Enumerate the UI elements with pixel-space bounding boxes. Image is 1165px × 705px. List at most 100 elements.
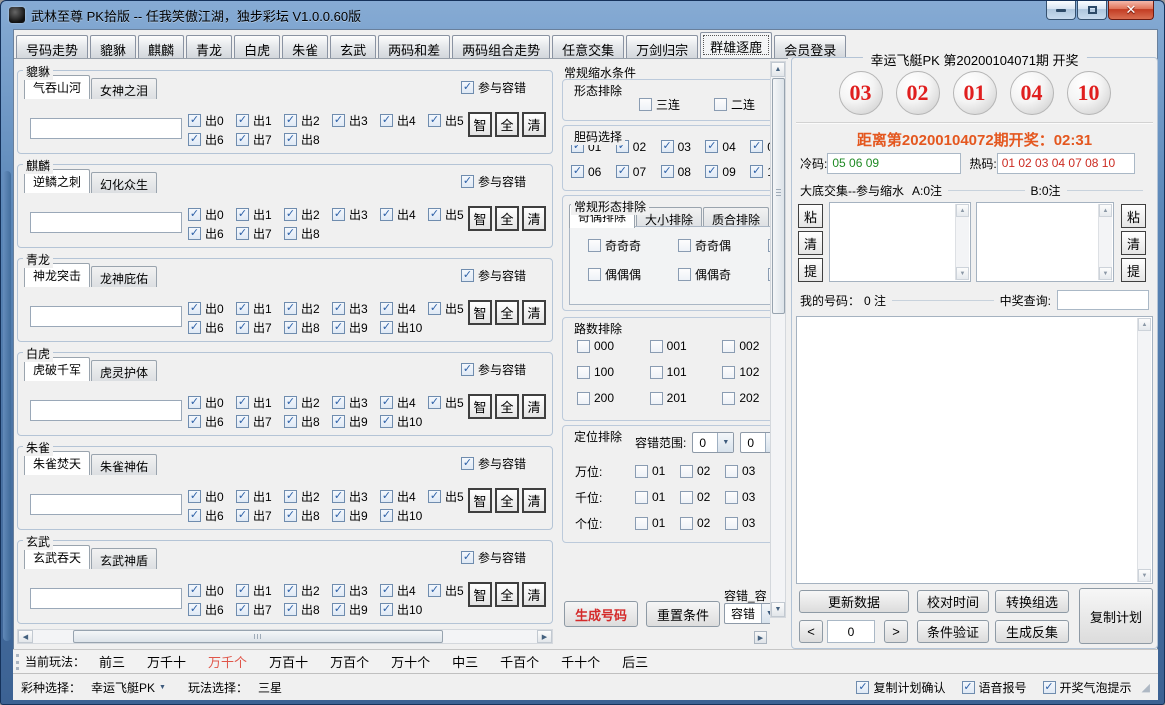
paste-button[interactable]: 粘	[1121, 204, 1146, 228]
out-checkbox[interactable]: ✓出10	[380, 507, 428, 524]
regular-shape-checkbox[interactable]: 奇奇奇	[588, 237, 678, 254]
out-checkbox[interactable]: ✓出3	[332, 112, 380, 129]
shape-option-checkbox[interactable]: 二连	[714, 96, 755, 113]
fault-range-select-2[interactable]: 0 ▼	[740, 432, 770, 453]
win-query-input[interactable]	[1057, 290, 1149, 310]
smart-button[interactable]: 智	[468, 206, 492, 231]
intersect-a-textarea[interactable]: ▲▼	[829, 202, 971, 282]
next-button[interactable]: >	[884, 620, 908, 643]
out-checkbox[interactable]: ✓出4	[380, 112, 428, 129]
out-checkbox[interactable]: ✓出1	[236, 112, 284, 129]
textarea-scrollbar[interactable]: ▲▼	[1137, 318, 1151, 582]
chevron-down-icon[interactable]: ▼	[761, 604, 770, 623]
out-checkbox[interactable]: ✓出6	[188, 413, 236, 430]
out-checkbox[interactable]: ✓出1	[236, 394, 284, 411]
dan-checkbox[interactable]: ✓10	[750, 163, 770, 180]
horizontal-scrollbar[interactable]: ◀ ▶	[17, 629, 553, 644]
main-tab-0[interactable]: 号码走势	[16, 35, 88, 58]
number-input[interactable]	[30, 400, 182, 421]
scroll-down-icon[interactable]: ▼	[1099, 267, 1112, 280]
out-checkbox[interactable]: ✓出2	[284, 112, 332, 129]
extract-button[interactable]: 提	[798, 258, 823, 282]
out-checkbox[interactable]: ✓出1	[236, 582, 284, 599]
out-checkbox[interactable]: ✓出6	[188, 225, 236, 242]
scrollbar-thumb[interactable]	[772, 78, 785, 314]
position-checkbox[interactable]: 03	[725, 464, 770, 478]
out-checkbox[interactable]: ✓出8	[284, 601, 332, 618]
scroll-up-icon[interactable]: ▲	[956, 204, 969, 217]
fault-tolerance-checkbox[interactable]: ✓参与容错	[461, 455, 526, 472]
scroll-left-icon[interactable]: ◀	[18, 630, 33, 643]
all-button[interactable]: 全	[495, 206, 519, 231]
close-button[interactable]: ✕	[1108, 1, 1154, 20]
clear-button[interactable]: 清	[522, 394, 546, 419]
paste-button[interactable]: 粘	[798, 204, 823, 228]
minimize-button[interactable]	[1046, 1, 1076, 20]
smart-button[interactable]: 智	[468, 300, 492, 325]
fault-column-select[interactable]: 容错 ▼	[724, 603, 770, 624]
smart-button[interactable]: 智	[468, 112, 492, 137]
clear-button[interactable]: 清	[798, 231, 823, 255]
clear-button[interactable]: 清	[522, 300, 546, 325]
clear-button[interactable]: 清	[522, 206, 546, 231]
out-checkbox[interactable]: ✓出7	[236, 413, 284, 430]
main-tab-2[interactable]: 麒麟	[138, 35, 184, 58]
out-checkbox[interactable]: ✓出8	[284, 131, 332, 148]
textarea-scrollbar[interactable]: ▲▼	[955, 204, 969, 280]
out-checkbox[interactable]: ✓出6	[188, 319, 236, 336]
out-checkbox[interactable]: ✓出0	[188, 112, 236, 129]
dan-checkbox[interactable]: ✓03	[661, 138, 706, 155]
number-input[interactable]	[30, 306, 182, 327]
play-mode-item[interactable]: 千百个	[500, 655, 539, 670]
out-checkbox[interactable]: ✓出9	[332, 601, 380, 618]
scroll-down-icon[interactable]: ▼	[1138, 569, 1151, 582]
play-mode-item[interactable]: 万百个	[330, 655, 369, 670]
out-checkbox[interactable]: ✓出7	[236, 225, 284, 242]
shape-option-checkbox[interactable]: 三连	[639, 96, 680, 113]
position-checkbox[interactable]: 02	[680, 516, 725, 530]
out-checkbox[interactable]: ✓出1	[236, 300, 284, 317]
my-numbers-textarea[interactable]: ▲▼	[796, 316, 1153, 584]
position-checkbox[interactable]: 02	[680, 464, 725, 478]
out-checkbox[interactable]: ✓出1	[236, 488, 284, 505]
beast-subtab[interactable]: 虎灵护体	[91, 360, 157, 381]
play-mode-item[interactable]: 千十个	[561, 655, 600, 670]
play-mode-item[interactable]: 万千个	[208, 655, 247, 670]
dan-checkbox[interactable]: ✓04	[705, 138, 750, 155]
play-mode-item[interactable]: 中三	[452, 655, 478, 670]
out-checkbox[interactable]: ✓出0	[188, 488, 236, 505]
generate-inverse-button[interactable]: 生成反集	[995, 620, 1069, 643]
reset-conditions-button[interactable]: 重置条件	[646, 601, 720, 627]
road-checkbox[interactable]: 000	[577, 334, 650, 358]
out-checkbox[interactable]: ✓出7	[236, 601, 284, 618]
regular-shape-checkbox[interactable]: 偶偶奇	[678, 266, 768, 283]
regular-shape-tab[interactable]: 质合排除	[703, 207, 769, 228]
road-checkbox[interactable]: 101	[650, 360, 723, 384]
out-checkbox[interactable]: ✓出8	[284, 225, 332, 242]
out-checkbox[interactable]: ✓出3	[332, 394, 380, 411]
out-checkbox[interactable]: ✓出10	[380, 601, 428, 618]
convert-group-button[interactable]: 转换组选	[995, 590, 1069, 613]
road-checkbox[interactable]: 102	[722, 360, 770, 384]
regular-shape-checkbox[interactable]: 奇奇偶	[678, 237, 768, 254]
out-checkbox[interactable]: ✓出2	[284, 394, 332, 411]
out-checkbox[interactable]: ✓出8	[284, 507, 332, 524]
out-checkbox[interactable]: ✓出7	[236, 507, 284, 524]
fault-tolerance-checkbox[interactable]: ✓参与容错	[461, 79, 526, 96]
out-checkbox[interactable]: ✓出2	[284, 488, 332, 505]
out-checkbox[interactable]: ✓出6	[188, 601, 236, 618]
scroll-up-icon[interactable]: ▲	[1099, 204, 1112, 217]
clear-button[interactable]: 清	[522, 112, 546, 137]
scroll-down-icon[interactable]: ▼	[956, 267, 969, 280]
all-button[interactable]: 全	[495, 488, 519, 513]
out-checkbox[interactable]: ✓出4	[380, 300, 428, 317]
out-checkbox[interactable]: ✓出4	[380, 582, 428, 599]
clear-button[interactable]: 清	[1121, 231, 1146, 255]
out-checkbox[interactable]: ✓出2	[284, 206, 332, 223]
out-checkbox[interactable]: ✓出1	[236, 206, 284, 223]
play-mode-item[interactable]: 万千十	[147, 655, 186, 670]
position-checkbox[interactable]: 03	[725, 516, 770, 530]
out-checkbox[interactable]: ✓出8	[284, 413, 332, 430]
beast-subtab[interactable]: 女神之泪	[91, 78, 157, 99]
scroll-up-icon[interactable]: ▲	[771, 62, 785, 77]
